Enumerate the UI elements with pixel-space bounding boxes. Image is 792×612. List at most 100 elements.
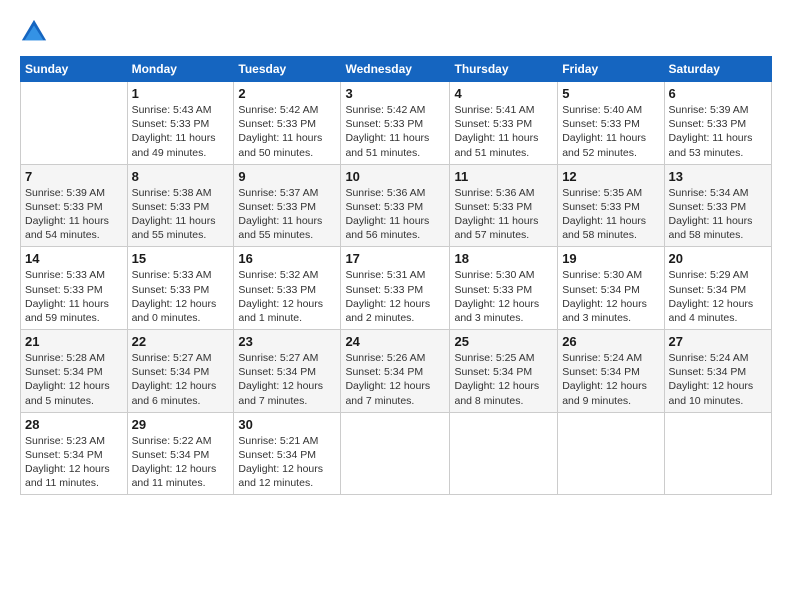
day-number: 10 xyxy=(345,169,445,184)
day-number: 23 xyxy=(238,334,336,349)
calendar-cell: 7 Sunrise: 5:39 AM Sunset: 5:33 PM Daylig… xyxy=(21,164,128,247)
day-detail: Sunrise: 5:30 AM Sunset: 5:33 PM Dayligh… xyxy=(454,268,553,325)
day-detail: Sunrise: 5:36 AM Sunset: 5:33 PM Dayligh… xyxy=(454,186,553,243)
calendar-body: 1Sunrise: 5:43 AM Sunset: 5:33 PM Daylig… xyxy=(21,82,772,495)
day-detail: Sunrise: 5:25 AM Sunset: 5:34 PM Dayligh… xyxy=(454,351,553,408)
column-header-tuesday: Tuesday xyxy=(234,57,341,82)
day-detail: Sunrise: 5:33 AM Sunset: 5:33 PM Dayligh… xyxy=(132,268,230,325)
day-number: 8 xyxy=(132,169,230,184)
day-detail: Sunrise: 5:42 AM Sunset: 5:33 PM Dayligh… xyxy=(238,103,336,160)
calendar-cell: 2 Sunrise: 5:42 AM Sunset: 5:33 PM Daylig… xyxy=(234,82,341,165)
calendar-cell xyxy=(558,412,664,495)
day-detail: Sunrise: 5:30 AM Sunset: 5:34 PM Dayligh… xyxy=(562,268,659,325)
day-number: 19 xyxy=(562,251,659,266)
day-number: 15 xyxy=(132,251,230,266)
calendar-cell xyxy=(450,412,558,495)
calendar-cell: 18Sunrise: 5:30 AM Sunset: 5:33 PM Dayli… xyxy=(450,247,558,330)
calendar-cell: 22 Sunrise: 5:27 AM Sunset: 5:34 PM Dayli… xyxy=(127,330,234,413)
day-detail: Sunrise: 5:26 AM Sunset: 5:34 PM Dayligh… xyxy=(345,351,445,408)
calendar-cell: 4 Sunrise: 5:41 AM Sunset: 5:33 PM Daylig… xyxy=(450,82,558,165)
calendar-cell xyxy=(341,412,450,495)
day-detail: Sunrise: 5:31 AM Sunset: 5:33 PM Dayligh… xyxy=(345,268,445,325)
day-number: 5 xyxy=(562,86,659,101)
page-container: SundayMondayTuesdayWednesdayThursdayFrid… xyxy=(0,0,792,505)
calendar-cell: 6 Sunrise: 5:39 AM Sunset: 5:33 PM Daylig… xyxy=(664,82,771,165)
day-number: 12 xyxy=(562,169,659,184)
calendar-table: SundayMondayTuesdayWednesdayThursdayFrid… xyxy=(20,56,772,495)
calendar-header-row: SundayMondayTuesdayWednesdayThursdayFrid… xyxy=(21,57,772,82)
column-header-wednesday: Wednesday xyxy=(341,57,450,82)
column-header-saturday: Saturday xyxy=(664,57,771,82)
calendar-cell: 13 Sunrise: 5:34 AM Sunset: 5:33 PM Dayli… xyxy=(664,164,771,247)
calendar-cell: 30 Sunrise: 5:21 AM Sunset: 5:34 PM Dayli… xyxy=(234,412,341,495)
day-detail: Sunrise: 5:39 AM Sunset: 5:33 PM Dayligh… xyxy=(25,186,123,243)
calendar-cell: 24 Sunrise: 5:26 AM Sunset: 5:34 PM Dayli… xyxy=(341,330,450,413)
calendar-cell: 29 Sunrise: 5:22 AM Sunset: 5:34 PM Dayli… xyxy=(127,412,234,495)
day-detail: Sunrise: 5:34 AM Sunset: 5:33 PM Dayligh… xyxy=(669,186,767,243)
day-number: 13 xyxy=(669,169,767,184)
calendar-cell: 17 Sunrise: 5:31 AM Sunset: 5:33 PM Dayli… xyxy=(341,247,450,330)
day-number: 29 xyxy=(132,417,230,432)
day-detail: Sunrise: 5:33 AM Sunset: 5:33 PM Dayligh… xyxy=(25,268,123,325)
calendar-week-row: 14Sunrise: 5:33 AM Sunset: 5:33 PM Dayli… xyxy=(21,247,772,330)
day-detail: Sunrise: 5:22 AM Sunset: 5:34 PM Dayligh… xyxy=(132,434,230,491)
day-number: 25 xyxy=(454,334,553,349)
day-number: 30 xyxy=(238,417,336,432)
day-detail: Sunrise: 5:27 AM Sunset: 5:34 PM Dayligh… xyxy=(132,351,230,408)
calendar-cell: 23 Sunrise: 5:27 AM Sunset: 5:34 PM Dayli… xyxy=(234,330,341,413)
calendar-week-row: 28 Sunrise: 5:23 AM Sunset: 5:34 PM Dayli… xyxy=(21,412,772,495)
day-number: 16 xyxy=(238,251,336,266)
day-number: 3 xyxy=(345,86,445,101)
day-number: 1 xyxy=(132,86,230,101)
calendar-week-row: 7 Sunrise: 5:39 AM Sunset: 5:33 PM Daylig… xyxy=(21,164,772,247)
day-number: 9 xyxy=(238,169,336,184)
calendar-cell: 27 Sunrise: 5:24 AM Sunset: 5:34 PM Dayli… xyxy=(664,330,771,413)
day-number: 2 xyxy=(238,86,336,101)
calendar-cell: 8Sunrise: 5:38 AM Sunset: 5:33 PM Daylig… xyxy=(127,164,234,247)
calendar-week-row: 1Sunrise: 5:43 AM Sunset: 5:33 PM Daylig… xyxy=(21,82,772,165)
day-number: 11 xyxy=(454,169,553,184)
day-number: 4 xyxy=(454,86,553,101)
calendar-cell: 28 Sunrise: 5:23 AM Sunset: 5:34 PM Dayli… xyxy=(21,412,128,495)
calendar-cell: 20 Sunrise: 5:29 AM Sunset: 5:34 PM Dayli… xyxy=(664,247,771,330)
day-detail: Sunrise: 5:24 AM Sunset: 5:34 PM Dayligh… xyxy=(669,351,767,408)
day-detail: Sunrise: 5:36 AM Sunset: 5:33 PM Dayligh… xyxy=(345,186,445,243)
day-detail: Sunrise: 5:41 AM Sunset: 5:33 PM Dayligh… xyxy=(454,103,553,160)
day-detail: Sunrise: 5:21 AM Sunset: 5:34 PM Dayligh… xyxy=(238,434,336,491)
day-number: 28 xyxy=(25,417,123,432)
calendar-cell: 9Sunrise: 5:37 AM Sunset: 5:33 PM Daylig… xyxy=(234,164,341,247)
day-detail: Sunrise: 5:40 AM Sunset: 5:33 PM Dayligh… xyxy=(562,103,659,160)
day-number: 24 xyxy=(345,334,445,349)
day-number: 17 xyxy=(345,251,445,266)
day-number: 20 xyxy=(669,251,767,266)
day-number: 7 xyxy=(25,169,123,184)
day-detail: Sunrise: 5:28 AM Sunset: 5:34 PM Dayligh… xyxy=(25,351,123,408)
calendar-cell: 10 Sunrise: 5:36 AM Sunset: 5:33 PM Dayli… xyxy=(341,164,450,247)
day-detail: Sunrise: 5:35 AM Sunset: 5:33 PM Dayligh… xyxy=(562,186,659,243)
day-number: 6 xyxy=(669,86,767,101)
day-detail: Sunrise: 5:29 AM Sunset: 5:34 PM Dayligh… xyxy=(669,268,767,325)
calendar-cell: 11 Sunrise: 5:36 AM Sunset: 5:33 PM Dayli… xyxy=(450,164,558,247)
day-number: 26 xyxy=(562,334,659,349)
day-detail: Sunrise: 5:39 AM Sunset: 5:33 PM Dayligh… xyxy=(669,103,767,160)
calendar-cell: 19 Sunrise: 5:30 AM Sunset: 5:34 PM Dayli… xyxy=(558,247,664,330)
day-detail: Sunrise: 5:32 AM Sunset: 5:33 PM Dayligh… xyxy=(238,268,336,325)
day-detail: Sunrise: 5:27 AM Sunset: 5:34 PM Dayligh… xyxy=(238,351,336,408)
day-detail: Sunrise: 5:24 AM Sunset: 5:34 PM Dayligh… xyxy=(562,351,659,408)
column-header-thursday: Thursday xyxy=(450,57,558,82)
calendar-cell: 5 Sunrise: 5:40 AM Sunset: 5:33 PM Daylig… xyxy=(558,82,664,165)
day-number: 22 xyxy=(132,334,230,349)
day-number: 27 xyxy=(669,334,767,349)
calendar-week-row: 21 Sunrise: 5:28 AM Sunset: 5:34 PM Dayli… xyxy=(21,330,772,413)
day-number: 21 xyxy=(25,334,123,349)
day-detail: Sunrise: 5:23 AM Sunset: 5:34 PM Dayligh… xyxy=(25,434,123,491)
calendar-cell xyxy=(21,82,128,165)
header xyxy=(20,18,772,46)
calendar-cell: 26 Sunrise: 5:24 AM Sunset: 5:34 PM Dayli… xyxy=(558,330,664,413)
calendar-cell: 25 Sunrise: 5:25 AM Sunset: 5:34 PM Dayli… xyxy=(450,330,558,413)
column-header-monday: Monday xyxy=(127,57,234,82)
calendar-cell xyxy=(664,412,771,495)
column-header-sunday: Sunday xyxy=(21,57,128,82)
calendar-cell: 15 Sunrise: 5:33 AM Sunset: 5:33 PM Dayli… xyxy=(127,247,234,330)
logo-icon xyxy=(20,18,48,46)
